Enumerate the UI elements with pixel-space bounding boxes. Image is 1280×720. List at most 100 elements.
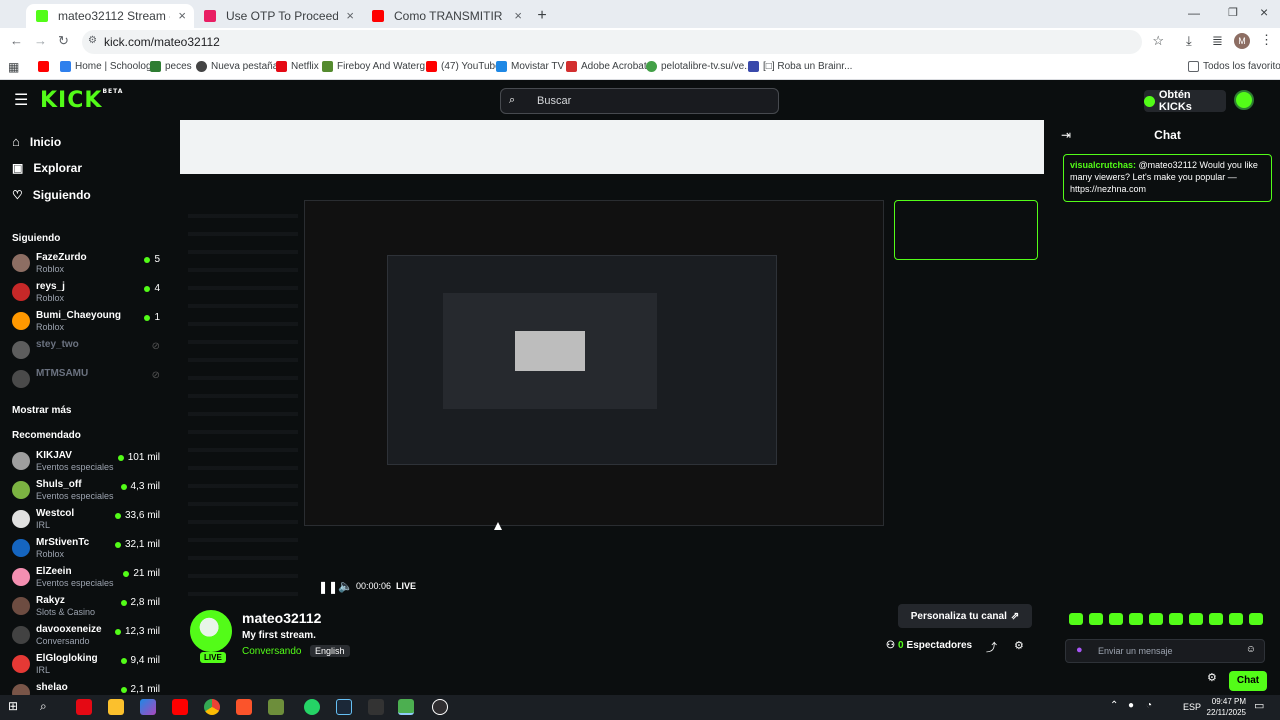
emote-icon[interactable] (1189, 613, 1203, 625)
language-indicator[interactable]: ESP (1183, 702, 1201, 712)
channel-row[interactable]: MTMSAMU ⊘ (12, 368, 160, 394)
nav-home[interactable]: ⌂ Inicio (12, 134, 61, 149)
stream-category[interactable]: Conversando (242, 646, 301, 657)
profile-avatar[interactable]: M (1234, 33, 1250, 49)
emote-icon[interactable] (1229, 613, 1243, 625)
epic-games-icon[interactable] (368, 699, 384, 715)
close-tab-icon[interactable]: × (346, 8, 354, 23)
chat-input[interactable]: ● Enviar un mensaje ☺ (1065, 639, 1265, 663)
reload-icon[interactable]: ↻ (58, 33, 69, 49)
user-settings-icon[interactable]: ⚙ (1014, 639, 1024, 652)
bookmark-star-icon[interactable]: ☆ (1152, 33, 1164, 49)
emote-icon[interactable] (1249, 613, 1263, 625)
chrome-icon[interactable] (204, 699, 220, 715)
new-tab-button[interactable]: + (530, 4, 554, 28)
channel-row[interactable]: Bumi_Chaeyoung Roblox 1 (12, 310, 160, 336)
search-icon[interactable]: ⌕ (40, 699, 56, 715)
clock[interactable]: 09:47 PM 22/11/2025 (1202, 696, 1246, 718)
channel-row[interactable]: Rakyz Slots & Casino 2,8 mil (12, 595, 160, 621)
channel-row[interactable]: Shuls_off Eventos especiales 4,3 mil (12, 479, 160, 505)
wifi-icon[interactable]: ◔ (1146, 700, 1152, 711)
apps-grid-icon[interactable]: ▦ (8, 60, 19, 74)
url-field[interactable]: ⚙ kick.com/mateo32112 ☆ (82, 30, 1164, 54)
microphone-icon[interactable]: ● (1076, 644, 1083, 656)
channel-row[interactable]: Westcol IRL 33,6 mil (12, 508, 160, 534)
channel-row[interactable]: ElZeein Eventos especiales 21 mil (12, 566, 160, 592)
back-icon[interactable]: ← (10, 33, 23, 48)
nav-explore[interactable]: ▣ Explorar (12, 161, 82, 175)
site-info-icon[interactable]: ⚙ (88, 35, 97, 46)
youtube-icon[interactable] (172, 699, 188, 715)
emote-icon[interactable] (1129, 613, 1143, 625)
restore-window-icon[interactable]: ❐ (1228, 6, 1238, 19)
channel-row[interactable]: KIKJAV Eventos especiales 101 mil (12, 450, 160, 476)
video-player[interactable]: ❚❚ 🔈 00:00:06 LIVE (180, 120, 1044, 606)
whatsapp-icon[interactable] (304, 699, 320, 715)
bookmark-item[interactable]: Fireboy And Waterg... (322, 61, 433, 72)
emoji-icon[interactable]: ☺ (1246, 644, 1256, 655)
show-more-link[interactable]: Mostrar más (12, 405, 71, 416)
notifications-icon[interactable]: ▭ (1254, 699, 1264, 712)
send-chat-button[interactable]: Chat (1229, 671, 1267, 691)
channel-row[interactable]: reys_j Roblox 4 (12, 281, 160, 307)
language-tag[interactable]: English (310, 645, 350, 657)
obs-icon[interactable] (432, 699, 448, 715)
bookmark-item[interactable]: Adobe Acrobat (566, 61, 647, 72)
get-kicks-button[interactable]: Obtén KICKs (1144, 89, 1226, 113)
close-tab-icon[interactable]: × (514, 8, 522, 23)
channel-row[interactable]: MrStivenTc Roblox 32,1 mil (12, 537, 160, 563)
browser-tab[interactable]: Use OTP To Proceed - mateo.m × (194, 4, 362, 28)
emote-icon[interactable] (1069, 613, 1083, 625)
emote-icon[interactable] (1169, 613, 1183, 625)
channel-name[interactable]: mateo32112 (242, 610, 321, 626)
brave-icon[interactable] (236, 699, 252, 715)
bookmark-item[interactable]: Movistar TV (496, 61, 564, 72)
hamburger-menu-icon[interactable]: ☰ (14, 90, 28, 110)
emote-icon[interactable] (1109, 613, 1123, 625)
user-avatar[interactable] (1234, 90, 1254, 110)
emote-icon[interactable] (1089, 613, 1103, 625)
menu-kebab-icon[interactable]: ⋮ (1260, 32, 1273, 48)
chrome-profile-icon[interactable] (398, 699, 414, 715)
file-explorer-icon[interactable] (108, 699, 124, 715)
steam-icon[interactable] (336, 699, 352, 715)
chat-settings-icon[interactable]: ⚙ (1207, 671, 1217, 684)
channel-row[interactable]: davooxeneize Conversando 12,3 mil (12, 624, 160, 650)
kick-logo[interactable]: KICKBETA (40, 88, 123, 113)
netflix-icon[interactable] (76, 699, 92, 715)
share-icon[interactable]: ⤴ (986, 639, 997, 655)
emote-icon[interactable] (1149, 613, 1163, 625)
browser-tab[interactable]: Como TRANSMITIR en KICK de × (362, 4, 530, 28)
search-input[interactable]: ⌕ Buscar (500, 88, 779, 114)
bookmark-item[interactable]: Home | Schoology (60, 61, 157, 72)
minimize-window-icon[interactable]: — (1188, 6, 1200, 20)
pause-icon[interactable]: ❚❚ (318, 580, 338, 594)
channel-avatar[interactable] (190, 610, 232, 652)
nav-following[interactable]: ♡ Siguiendo (12, 188, 91, 202)
emote-icon[interactable] (1209, 613, 1223, 625)
download-icon[interactable]: ⤓ (1186, 33, 1192, 49)
bookmark-item[interactable]: [□] Roba un Brainr... (748, 61, 852, 72)
all-bookmarks[interactable]: Todos los favoritos (1188, 61, 1280, 72)
channel-row[interactable]: stey_two ⊘ (12, 339, 160, 365)
bookmark-item[interactable]: peces (150, 61, 192, 72)
close-tab-icon[interactable]: × (178, 8, 186, 23)
bookmark-item[interactable]: pelotalibre-tv.su/ve... (646, 61, 753, 72)
personalize-channel-button[interactable]: Personaliza tu canal ⇗ (898, 604, 1032, 628)
bookmark-item[interactable]: Nueva pestaña (196, 61, 278, 72)
forward-icon[interactable]: → (34, 33, 47, 48)
bookmark-item[interactable]: Netflix (276, 61, 319, 72)
browser-tab-active[interactable]: mateo32112 Stream - Watch Li × (26, 4, 194, 28)
windows-start-icon[interactable]: ⊞ (8, 699, 24, 715)
copilot-icon[interactable] (140, 699, 156, 715)
channel-row[interactable]: FazeZurdo Roblox 5 (12, 252, 160, 278)
minecraft-icon[interactable] (268, 699, 284, 715)
reading-list-icon[interactable]: ≣ (1212, 33, 1223, 49)
tray-chevron-icon[interactable]: ⌃ (1110, 700, 1118, 711)
bookmark-item[interactable]: (47) YouTube (426, 61, 501, 72)
mic-tray-icon[interactable]: ● (1128, 700, 1134, 711)
chat-username[interactable]: visualcrutchas: (1070, 160, 1136, 170)
channel-row[interactable]: ElGlogloking IRL 9,4 mil (12, 653, 160, 679)
close-window-icon[interactable]: × (1260, 4, 1268, 20)
volume-icon[interactable]: 🔈 (338, 579, 353, 593)
